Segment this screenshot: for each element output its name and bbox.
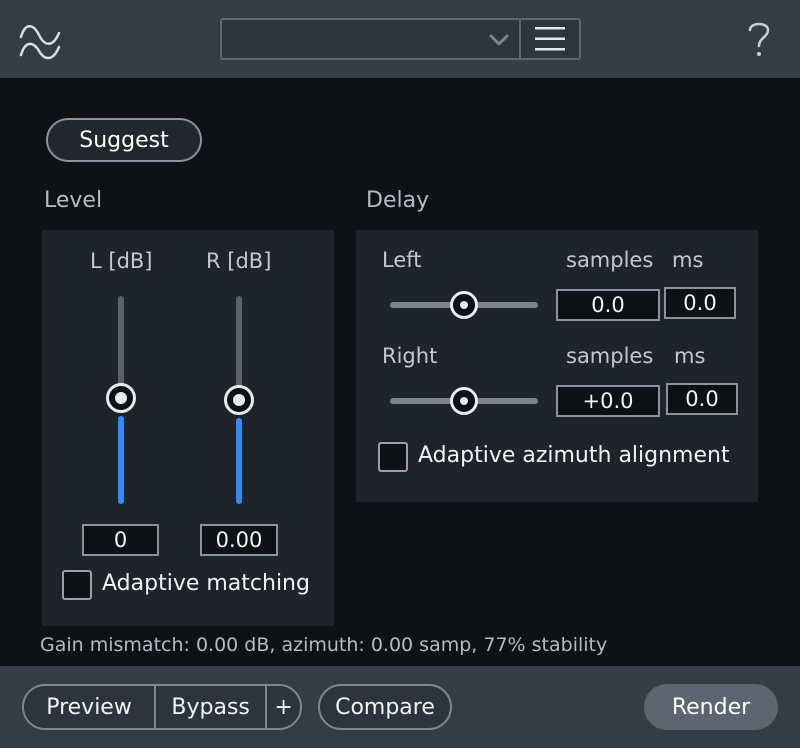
chevron-down-icon[interactable]: [488, 32, 510, 46]
compare-button[interactable]: Compare: [318, 684, 452, 730]
render-button[interactable]: Render: [644, 684, 778, 730]
delay-right-samples-label: samples: [566, 344, 654, 368]
delay-left-samples-label: samples: [566, 248, 654, 272]
delay-right-label: Right: [382, 344, 438, 368]
right-level-track: [236, 296, 242, 388]
left-level-input[interactable]: 0: [82, 524, 159, 556]
delay-right-ms-label: ms: [674, 344, 706, 368]
preview-bypass-group: Preview Bypass +: [22, 684, 302, 730]
delay-left-ms-label: ms: [672, 248, 704, 272]
adaptive-azimuth-label: Adaptive azimuth alignment: [418, 443, 730, 468]
hamburger-menu-icon[interactable]: [521, 20, 579, 58]
level-panel: [42, 230, 334, 626]
left-level-slider[interactable]: [101, 296, 141, 508]
delay-right-samples-input[interactable]: +0.0: [556, 385, 660, 417]
right-level-fill: [236, 418, 242, 504]
suggest-button[interactable]: Suggest: [46, 118, 202, 162]
delay-section-label: Delay: [366, 188, 430, 213]
right-level-slider-handle[interactable]: [224, 385, 254, 415]
delay-left-label: Left: [382, 248, 422, 272]
delay-left-slider-handle[interactable]: [450, 291, 478, 319]
preset-selector: [220, 18, 581, 60]
left-level-track: [118, 296, 124, 386]
waveform-logo-icon: [17, 17, 63, 61]
delay-left-slider[interactable]: [390, 290, 538, 320]
left-level-label: L [dB]: [90, 249, 153, 273]
adaptive-matching-label: Adaptive matching: [102, 571, 310, 596]
right-level-input[interactable]: 0.00: [200, 524, 278, 556]
right-level-label: R [dB]: [206, 249, 272, 273]
left-level-slider-handle[interactable]: [106, 383, 136, 413]
adaptive-azimuth-checkbox[interactable]: [378, 442, 408, 472]
preset-dropdown[interactable]: [222, 20, 520, 58]
right-level-slider[interactable]: [219, 296, 259, 508]
delay-right-slider[interactable]: [390, 386, 538, 416]
delay-right-ms-input[interactable]: 0.0: [666, 383, 738, 415]
question-mark-icon[interactable]: [744, 16, 774, 62]
bypass-button[interactable]: Bypass: [156, 686, 266, 728]
status-text: Gain mismatch: 0.00 dB, azimuth: 0.00 sa…: [40, 634, 608, 656]
delay-left-samples-input[interactable]: 0.0: [556, 289, 660, 321]
preview-button[interactable]: Preview: [24, 686, 155, 728]
level-section-label: Level: [44, 188, 103, 213]
left-level-fill: [118, 416, 124, 504]
delay-left-ms-input[interactable]: 0.0: [664, 287, 736, 319]
add-bypass-button[interactable]: +: [267, 686, 300, 728]
adaptive-matching-checkbox[interactable]: [62, 570, 92, 600]
delay-right-slider-handle[interactable]: [450, 387, 478, 415]
